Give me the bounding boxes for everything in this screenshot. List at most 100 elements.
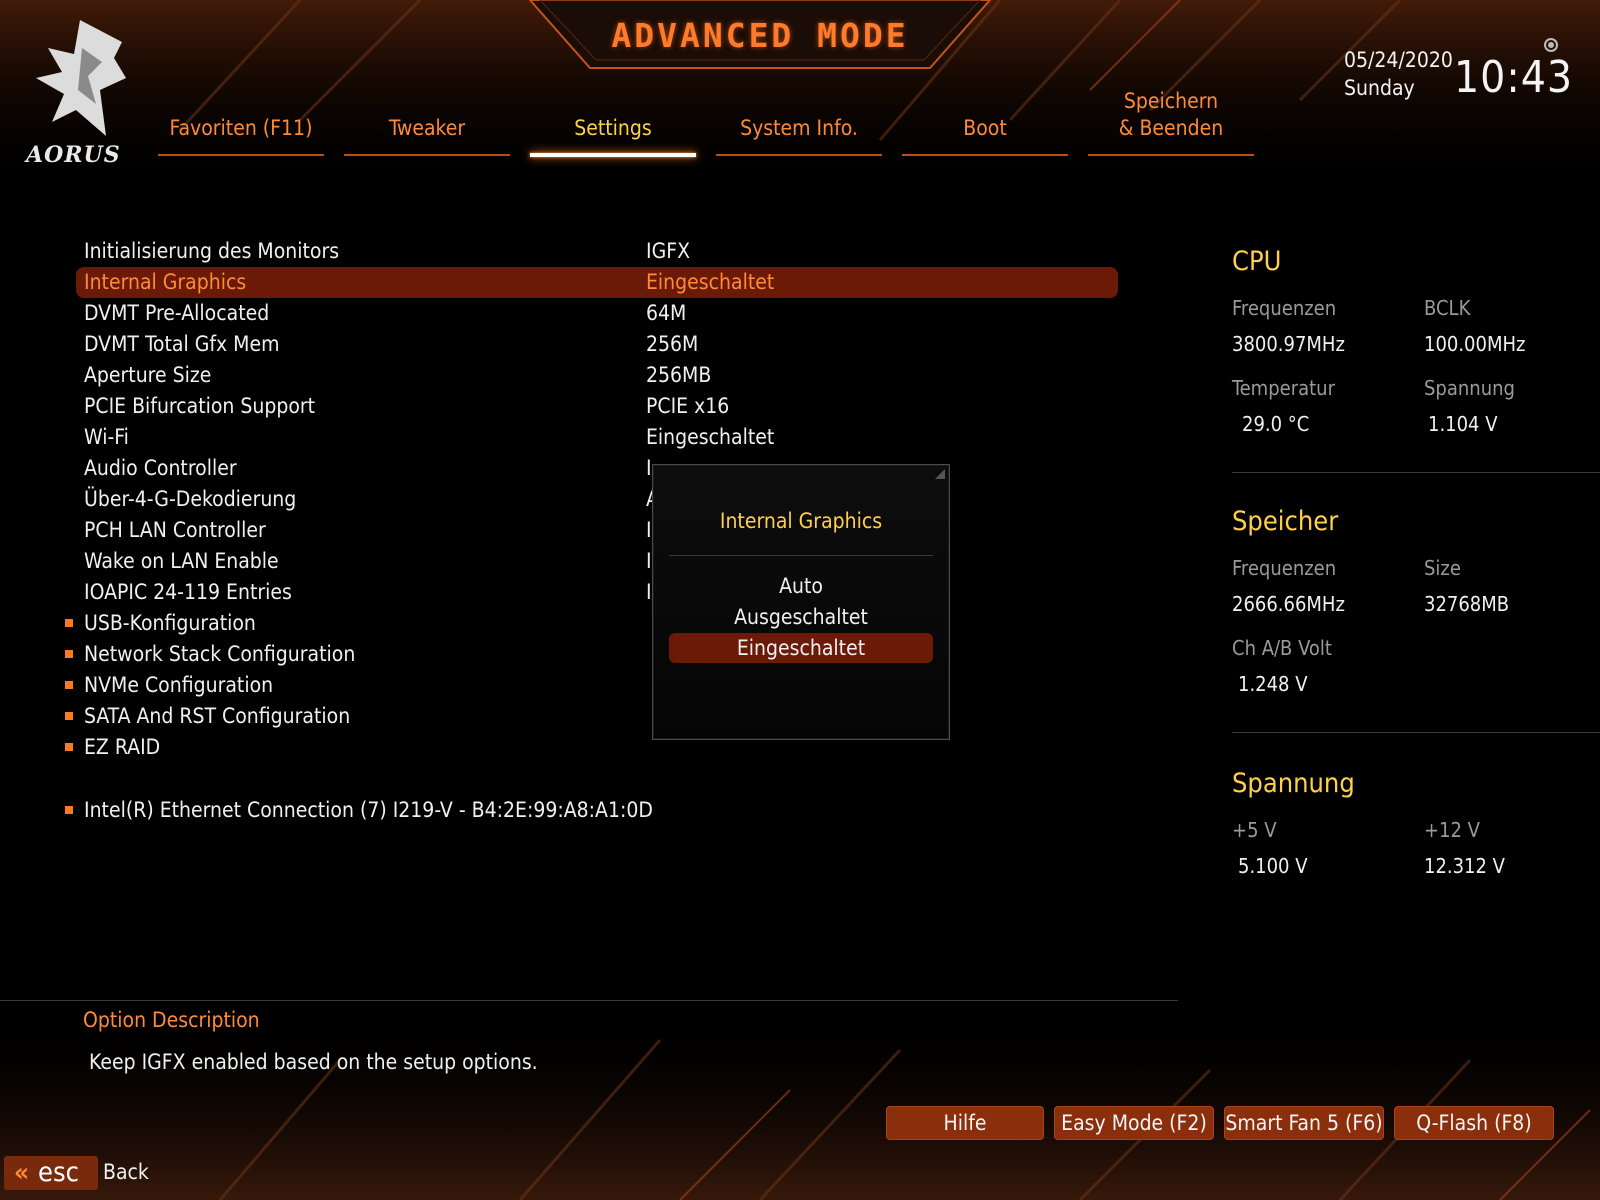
popup-divider bbox=[669, 555, 933, 556]
setting-row-wifi[interactable]: Wi-Fi Eingeschaltet bbox=[76, 422, 1118, 453]
tab-label: Speichern & Beenden bbox=[1118, 89, 1224, 140]
setting-value: PCIE x16 bbox=[646, 394, 730, 418]
voltage-section: Spannung +5 V +12 V 5.100 V 12.312 V bbox=[1232, 762, 1600, 962]
cpu-volt-label: Spannung bbox=[1424, 376, 1515, 400]
description-divider bbox=[0, 1000, 1178, 1001]
setting-name: PCH LAN Controller bbox=[84, 518, 266, 542]
setting-value: Eingeschaltet bbox=[646, 270, 775, 294]
tab-tweaker[interactable]: Tweaker bbox=[344, 86, 510, 156]
setting-name: Audio Controller bbox=[84, 456, 237, 480]
popup-option-auto[interactable]: Auto bbox=[669, 571, 933, 601]
hardware-monitor-panel: CPU Frequenzen BCLK 3800.97MHz 100.00MHz… bbox=[1232, 240, 1600, 962]
submenu-ez-raid[interactable]: EZ RAID bbox=[65, 732, 1118, 763]
setting-name: IOAPIC 24-119 Entries bbox=[84, 580, 292, 604]
submenu-nvme-config[interactable]: NVMe Configuration bbox=[65, 670, 1118, 701]
setting-value: 64M bbox=[646, 301, 687, 325]
setting-name: Intel(R) Ethernet Connection (7) I219-V … bbox=[84, 798, 653, 822]
clock: 10:43 bbox=[1454, 52, 1574, 103]
voltage-title: Spannung bbox=[1232, 768, 1355, 799]
setting-row-wake-on-lan[interactable]: Wake on LAN Enable I bbox=[76, 546, 1118, 577]
submenu-intel-ethernet[interactable]: Intel(R) Ethernet Connection (7) I219-V … bbox=[65, 795, 1118, 826]
cpu-volt-value: 1.104 V bbox=[1428, 412, 1498, 436]
submenu-bullet-icon bbox=[65, 712, 73, 720]
setting-name: Aperture Size bbox=[84, 363, 212, 387]
tab-underline bbox=[716, 154, 882, 156]
setting-name: USB-Konfiguration bbox=[84, 611, 256, 635]
tab-settings[interactable]: Settings bbox=[530, 86, 696, 157]
setting-value: Eingeschaltet bbox=[646, 425, 775, 449]
tab-underline bbox=[902, 154, 1068, 156]
memory-freq-label: Frequenzen bbox=[1232, 556, 1337, 580]
setting-name: Network Stack Configuration bbox=[84, 642, 356, 666]
setting-row-ioapic[interactable]: IOAPIC 24-119 Entries I bbox=[76, 577, 1118, 608]
cpu-temp-label: Temperatur bbox=[1232, 376, 1335, 400]
setting-name: PCIE Bifurcation Support bbox=[84, 394, 316, 418]
esc-key-label: esc bbox=[38, 1157, 79, 1188]
memory-title: Speicher bbox=[1232, 506, 1339, 537]
back-label: Back bbox=[103, 1160, 149, 1184]
smart-fan-button[interactable]: Smart Fan 5 (F6) bbox=[1224, 1106, 1384, 1140]
cpu-temp-value: 29.0 °C bbox=[1242, 412, 1310, 436]
tab-boot[interactable]: Boot bbox=[902, 86, 1068, 156]
submenu-bullet-icon bbox=[65, 619, 73, 627]
setting-row-dvmt-pre-allocated[interactable]: DVMT Pre-Allocated 64M bbox=[76, 298, 1118, 329]
submenu-bullet-icon bbox=[65, 743, 73, 751]
popup-option-enabled[interactable]: Eingeschaltet bbox=[669, 633, 933, 663]
setting-value: 256M bbox=[646, 332, 699, 356]
setting-row-pch-lan[interactable]: PCH LAN Controller I bbox=[76, 515, 1118, 546]
setting-name: DVMT Pre-Allocated bbox=[84, 301, 270, 325]
setting-name: Über-4-G-Dekodierung bbox=[84, 487, 297, 511]
submenu-usb-config[interactable]: USB-Konfiguration bbox=[65, 608, 1118, 639]
voltage-12v-value: 12.312 V bbox=[1424, 854, 1505, 878]
submenu-network-stack[interactable]: Network Stack Configuration bbox=[65, 639, 1118, 670]
tab-underline bbox=[158, 154, 324, 156]
setting-row-dvmt-total[interactable]: DVMT Total Gfx Mem 256M bbox=[76, 329, 1118, 360]
tab-favoriten[interactable]: Favoriten (F11) bbox=[158, 86, 324, 156]
setting-name: SATA And RST Configuration bbox=[84, 704, 351, 728]
tab-system-info[interactable]: System Info. bbox=[716, 86, 882, 156]
help-button[interactable]: Hilfe bbox=[886, 1106, 1044, 1140]
submenu-sata-rst[interactable]: SATA And RST Configuration bbox=[65, 701, 1118, 732]
setting-name: Internal Graphics bbox=[84, 270, 247, 294]
setting-row-above-4g[interactable]: Über-4-G-Dekodierung A bbox=[76, 484, 1118, 515]
brand-wordmark: AORUS bbox=[26, 142, 121, 168]
voltage-5v-label: +5 V bbox=[1232, 818, 1277, 842]
easy-mode-button[interactable]: Easy Mode (F2) bbox=[1054, 1106, 1214, 1140]
mode-title-plate: ADVANCED MODE bbox=[560, 0, 960, 70]
option-description-title: Option Description bbox=[83, 1008, 260, 1032]
memory-section: Speicher Frequenzen Size 2666.66MHz 3276… bbox=[1232, 500, 1600, 762]
tab-label: Tweaker bbox=[388, 116, 466, 140]
tab-underline bbox=[530, 153, 696, 157]
popup-option-disabled[interactable]: Ausgeschaltet bbox=[669, 602, 933, 632]
datetime: 05/24/2020 Sunday 10:43 bbox=[1344, 48, 1572, 103]
qflash-button[interactable]: Q-Flash (F8) bbox=[1394, 1106, 1554, 1140]
section-divider bbox=[1232, 472, 1600, 473]
setting-name: Initialisierung des Monitors bbox=[84, 239, 340, 263]
cpu-bclk-value: 100.00MHz bbox=[1424, 332, 1526, 356]
setting-name: Wi-Fi bbox=[84, 425, 129, 449]
setting-value: IGFX bbox=[646, 239, 691, 263]
day-text: Sunday bbox=[1344, 76, 1415, 100]
section-divider bbox=[1232, 732, 1600, 733]
gear-icon[interactable] bbox=[1544, 38, 1558, 52]
setting-name: DVMT Total Gfx Mem bbox=[84, 332, 280, 356]
tab-save-exit[interactable]: Speichern & Beenden bbox=[1088, 86, 1254, 156]
setting-row-aperture-size[interactable]: Aperture Size 256MB bbox=[76, 360, 1118, 391]
memory-volt-value: 1.248 V bbox=[1238, 672, 1308, 696]
memory-size-value: 32768MB bbox=[1424, 592, 1510, 616]
setting-row-monitor-init[interactable]: Initialisierung des Monitors IGFX bbox=[76, 236, 1118, 267]
tab-label: Boot bbox=[963, 116, 1007, 140]
popup-title: Internal Graphics bbox=[719, 509, 883, 533]
cpu-freq-value: 3800.97MHz bbox=[1232, 332, 1345, 356]
setting-name: Wake on LAN Enable bbox=[84, 549, 279, 573]
internal-graphics-popup: Internal Graphics Auto Ausgeschaltet Ein… bbox=[652, 464, 950, 740]
setting-row-audio-controller[interactable]: Audio Controller I bbox=[76, 453, 1118, 484]
tab-underline bbox=[1088, 154, 1254, 156]
memory-freq-value: 2666.66MHz bbox=[1232, 592, 1345, 616]
setting-row-pcie-bifurcation[interactable]: PCIE Bifurcation Support PCIE x16 bbox=[76, 391, 1118, 422]
cpu-section: CPU Frequenzen BCLK 3800.97MHz 100.00MHz… bbox=[1232, 240, 1600, 473]
submenu-bullet-icon bbox=[65, 650, 73, 658]
setting-row-internal-graphics[interactable]: Internal Graphics Eingeschaltet bbox=[76, 267, 1118, 298]
double-chevron-left-icon: « bbox=[14, 1158, 30, 1188]
esc-button[interactable]: « esc bbox=[4, 1156, 98, 1190]
